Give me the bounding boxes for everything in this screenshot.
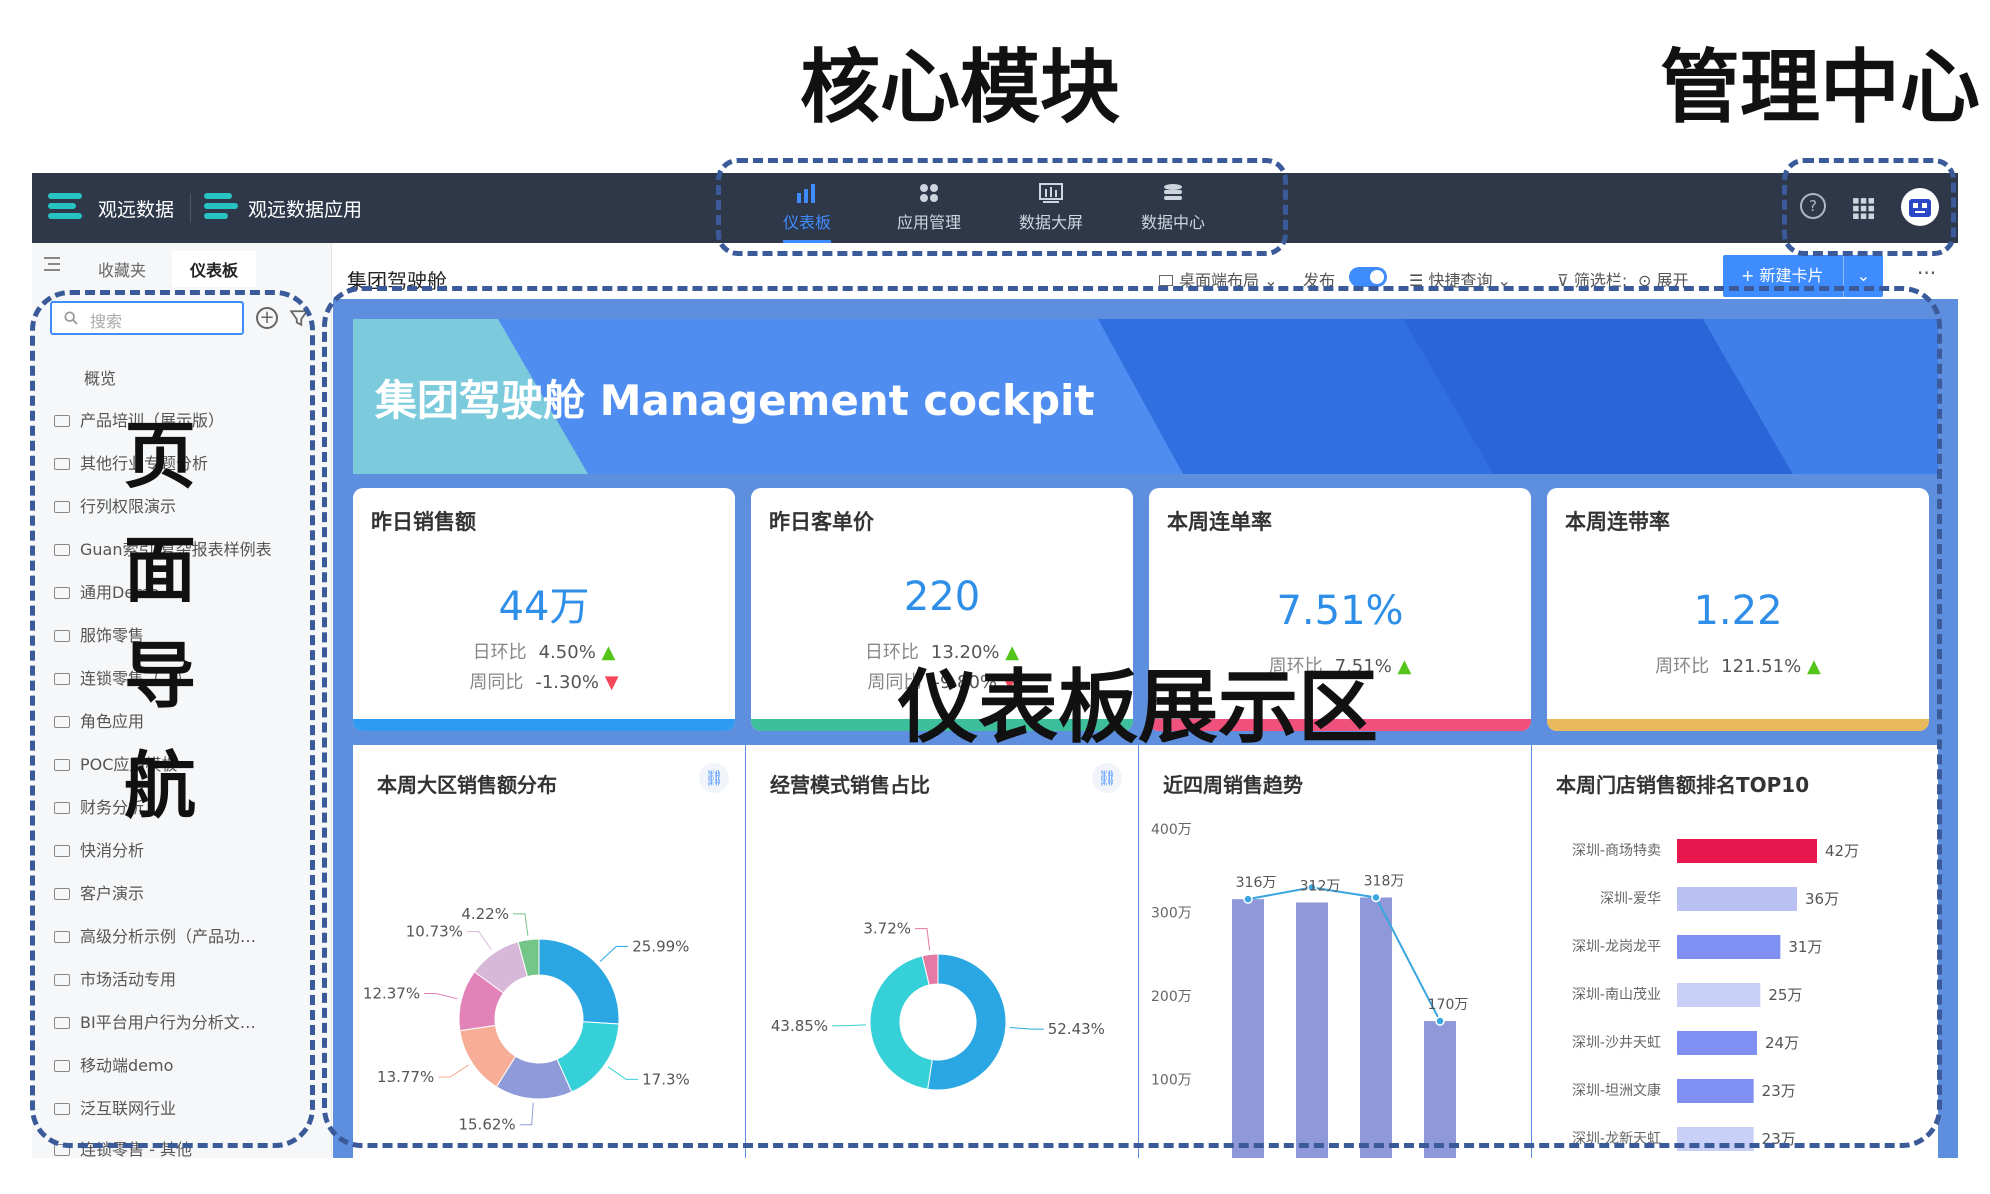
- collapse-icon[interactable]: [44, 257, 60, 271]
- logo-icon: [48, 193, 82, 223]
- callout-core-modules: 核心模块: [800, 41, 1120, 134]
- desktop-icon: [1159, 275, 1173, 286]
- core-modules-highlight: [716, 158, 1288, 256]
- admin-center-highlight: [1782, 158, 1956, 256]
- tab-dashboards[interactable]: 仪表板: [172, 251, 257, 287]
- brand-name[interactable]: 观远数据: [98, 195, 174, 222]
- app-name[interactable]: 观远数据应用: [248, 195, 362, 222]
- callout-dashboard-area: 仪表板展示区: [898, 661, 1378, 754]
- callout-page-nav-1: 页: [124, 414, 197, 498]
- callout-page-nav-3: 导: [124, 634, 197, 718]
- callout-admin-center: 管理中心: [1660, 41, 1980, 134]
- callout-page-nav-4: 航: [124, 744, 197, 828]
- callout-page-nav-2: 面: [124, 528, 197, 612]
- more-button[interactable]: ···: [1917, 261, 1936, 285]
- app-icon: [204, 193, 238, 223]
- tab-favorites[interactable]: 收藏夹: [98, 257, 146, 281]
- publish-toggle[interactable]: [1349, 267, 1387, 287]
